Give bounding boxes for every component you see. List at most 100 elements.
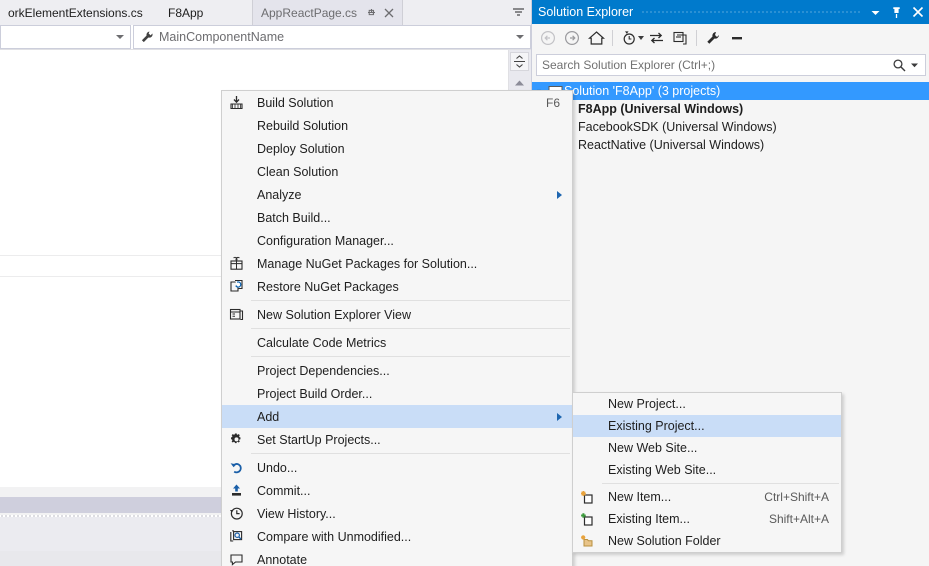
no-icon	[573, 393, 602, 416]
build-icon	[222, 91, 251, 114]
menu-item-label: Rebuild Solution	[251, 119, 572, 133]
menu-item-build-solution[interactable]: Build Solution F6	[222, 91, 572, 114]
submenu-separator	[602, 483, 839, 484]
member-name-value: MainComponentName	[159, 30, 284, 44]
new-solution-folder-icon	[573, 530, 602, 553]
submenu-item-new-solution-folder[interactable]: New Solution Folder	[573, 530, 841, 552]
submenu-item-new-web-site[interactable]: New Web Site...	[573, 437, 841, 459]
split-view-icon[interactable]	[510, 52, 529, 71]
tree-item-label: FacebookSDK (Universal Windows)	[578, 120, 777, 134]
auto-hide-pin-icon[interactable]	[891, 6, 902, 19]
submenu-item-label: Existing Item...	[602, 512, 769, 526]
menu-item-commit[interactable]: Commit...	[222, 479, 572, 502]
submenu-item-new-project[interactable]: New Project...	[573, 393, 841, 415]
no-icon	[222, 114, 251, 137]
chevron-down-icon[interactable]	[910, 61, 919, 69]
navigate-back-button[interactable]	[536, 26, 560, 50]
tree-item-solution[interactable]: ▾ Solution 'F8App' (3 projects)	[532, 82, 929, 100]
menu-item-undo[interactable]: Undo...	[222, 456, 572, 479]
menu-item-annotate[interactable]: Annotate	[222, 548, 572, 566]
submenu-item-existing-web-site[interactable]: Existing Web Site...	[573, 459, 841, 481]
menu-item-batch-build[interactable]: Batch Build...	[222, 206, 572, 229]
chevron-down-icon	[116, 35, 124, 39]
menu-item-set-startup-projects[interactable]: Set StartUp Projects...	[222, 428, 572, 451]
menu-item-label: View History...	[251, 507, 572, 521]
menu-item-restore-nuget-packages[interactable]: Restore NuGet Packages	[222, 275, 572, 298]
submenu-item-shortcut: Shift+Alt+A	[769, 512, 841, 526]
navigate-forward-button[interactable]	[560, 26, 584, 50]
existing-item-icon	[573, 508, 602, 531]
menu-item-label: Manage NuGet Packages for Solution...	[251, 257, 572, 271]
editor-tab-0[interactable]: orkElementExtensions.cs	[0, 0, 151, 25]
tab-overflow-icon[interactable]	[512, 0, 525, 25]
toolbar-separator	[612, 30, 613, 46]
menu-item-deploy-solution[interactable]: Deploy Solution	[222, 137, 572, 160]
submenu-item-existing-item[interactable]: Existing Item... Shift+Alt+A	[573, 508, 841, 530]
home-button[interactable]	[584, 26, 608, 50]
menu-separator	[251, 356, 570, 357]
menu-item-calculate-code-metrics[interactable]: Calculate Code Metrics	[222, 331, 572, 354]
commit-icon	[222, 479, 251, 502]
submenu-item-existing-project[interactable]: Existing Project...	[573, 415, 841, 437]
submenu-item-label: Existing Project...	[602, 419, 841, 433]
scroll-up-icon[interactable]	[510, 74, 529, 91]
menu-item-new-solution-explorer-view[interactable]: New Solution Explorer View	[222, 303, 572, 326]
menu-item-label: Project Dependencies...	[251, 364, 572, 378]
search-solution-explorer-box[interactable]	[536, 54, 926, 76]
solution-tree: ▾ Solution 'F8App' (3 projects)	[532, 82, 929, 154]
no-icon	[222, 183, 251, 206]
menu-item-clean-solution[interactable]: Clean Solution	[222, 160, 572, 183]
search-input[interactable]	[537, 58, 892, 72]
no-icon	[222, 331, 251, 354]
menu-item-label: Add	[251, 410, 557, 424]
menu-item-label: Configuration Manager...	[251, 234, 572, 248]
member-type-dropdown[interactable]	[0, 25, 131, 49]
annotate-icon	[222, 548, 251, 566]
tree-item-project-f8app[interactable]: F8App (Universal Windows)	[532, 100, 929, 118]
tree-item-project-facebooksdk[interactable]: FacebookSDK (Universal Windows)	[532, 118, 929, 136]
menu-item-add[interactable]: Add	[222, 405, 572, 428]
menu-item-project-dependencies[interactable]: Project Dependencies...	[222, 359, 572, 382]
menu-item-label: Compare with Unmodified...	[251, 530, 572, 544]
solution-context-menu: Build Solution F6 Rebuild Solution Deplo…	[221, 90, 573, 566]
menu-item-manage-nuget-packages[interactable]: Manage NuGet Packages for Solution...	[222, 252, 572, 275]
wrench-icon	[140, 30, 154, 44]
menu-separator	[251, 300, 570, 301]
preview-selected-items-button[interactable]	[725, 26, 749, 50]
close-icon[interactable]	[384, 8, 394, 18]
no-icon	[222, 137, 251, 160]
menu-item-configuration-manager[interactable]: Configuration Manager...	[222, 229, 572, 252]
menu-item-rebuild-solution[interactable]: Rebuild Solution	[222, 114, 572, 137]
editor-tab-1[interactable]: F8App	[160, 0, 211, 25]
no-icon	[222, 229, 251, 252]
sync-with-active-document-button[interactable]	[644, 26, 668, 50]
submenu-item-new-item[interactable]: New Item... Ctrl+Shift+A	[573, 486, 841, 508]
menu-separator	[251, 328, 570, 329]
menu-item-project-build-order[interactable]: Project Build Order...	[222, 382, 572, 405]
window-menu-dropdown[interactable]	[870, 8, 881, 17]
solution-view-icon	[222, 303, 251, 326]
collapse-all-button[interactable]	[668, 26, 692, 50]
tree-item-project-reactnative[interactable]: ReactNative (Universal Windows)	[532, 136, 929, 154]
menu-item-label: Undo...	[251, 461, 572, 475]
member-name-dropdown[interactable]: MainComponentName	[133, 25, 531, 49]
solution-explorer-titlebar[interactable]: Solution Explorer	[532, 0, 929, 24]
new-item-icon	[573, 486, 602, 509]
editor-tabstrip: orkElementExtensions.cs F8App AppReactPa…	[0, 0, 531, 25]
menu-item-label: Commit...	[251, 484, 572, 498]
tree-item-label: Solution 'F8App' (3 projects)	[564, 84, 720, 98]
close-icon[interactable]	[912, 6, 924, 18]
submenu-item-label: New Project...	[602, 397, 841, 411]
menu-item-analyze[interactable]: Analyze	[222, 183, 572, 206]
pin-icon[interactable]	[366, 7, 377, 18]
editor-tab-2-active[interactable]: AppReactPage.cs	[252, 0, 403, 25]
menu-item-label: Restore NuGet Packages	[251, 280, 572, 294]
tree-item-label: F8App (Universal Windows)	[578, 102, 743, 116]
add-submenu: New Project... Existing Project... New W…	[572, 392, 842, 553]
menu-item-compare-with-unmodified[interactable]: Compare with Unmodified...	[222, 525, 572, 548]
submenu-item-label: New Solution Folder	[602, 534, 841, 548]
search-icon[interactable]	[892, 58, 906, 72]
menu-item-view-history[interactable]: View History...	[222, 502, 572, 525]
submenu-item-label: New Item...	[602, 490, 764, 504]
properties-button[interactable]	[701, 26, 725, 50]
